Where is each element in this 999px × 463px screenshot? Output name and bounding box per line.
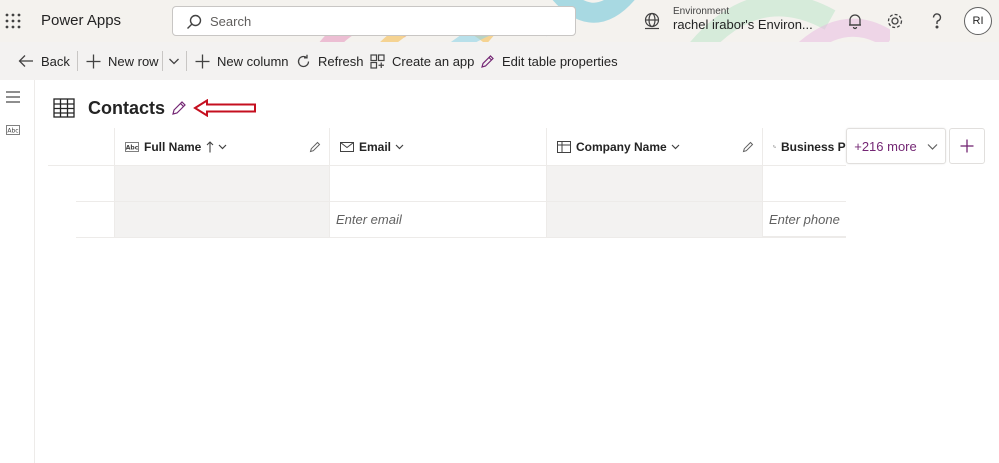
cell-full-name[interactable] (114, 201, 330, 237)
column-email: Email Enter email (330, 128, 547, 238)
column-label: Company Name (576, 139, 667, 154)
cell-full-name[interactable] (114, 165, 330, 201)
chevron-down-icon (395, 144, 404, 150)
chevron-down-icon (927, 143, 938, 150)
environment-name[interactable]: rachel irabor's Environ... (673, 17, 813, 32)
environment-globe-icon[interactable] (643, 12, 661, 30)
search-box[interactable] (172, 6, 576, 36)
cell-business-phone-input[interactable]: Enter phone (763, 201, 846, 237)
column-company-name: Company Name (547, 128, 763, 238)
create-app-button[interactable]: Create an app (370, 42, 474, 80)
lookup-icon (557, 140, 571, 153)
annotation-arrow-icon (193, 99, 256, 117)
page-title: Contacts (88, 98, 166, 118)
new-row-label: New row (108, 53, 159, 69)
chevron-down-icon (218, 144, 227, 150)
user-avatar[interactable]: RI (964, 7, 992, 35)
cell-email-input[interactable]: Enter email (330, 201, 547, 237)
refresh-icon (297, 54, 310, 67)
sort-ascending-icon (206, 140, 214, 152)
command-bar: Back New row New column Refresh Create a… (0, 42, 999, 80)
new-column-button[interactable]: New column (195, 42, 289, 80)
mail-icon (340, 141, 354, 152)
row-selector-column (48, 128, 114, 238)
environment-label: Environment (673, 6, 730, 17)
row-divider (76, 237, 846, 238)
app-title[interactable]: Power Apps (41, 12, 121, 29)
left-rail: Abc (0, 80, 35, 463)
svg-text:Abc: Abc (7, 128, 18, 135)
column-label: Business Ph (780, 139, 846, 154)
pencil-icon (481, 54, 494, 68)
column-header-business-phone[interactable]: Business Ph (763, 128, 846, 165)
column-full-name: Abc Full Name (114, 128, 330, 238)
table-icon (53, 98, 75, 118)
column-label: Full Name (144, 139, 202, 154)
add-column-button[interactable] (949, 128, 985, 164)
column-header-full-name[interactable]: Abc Full Name (114, 128, 330, 165)
edit-title-pencil-icon[interactable] (171, 100, 187, 116)
chevron-down-icon (169, 58, 179, 65)
app-grid-icon (370, 53, 385, 69)
search-input[interactable] (210, 7, 570, 35)
column-header-email[interactable]: Email (330, 128, 547, 165)
back-label: Back (41, 53, 70, 69)
edit-table-properties-label: Edit table properties (502, 53, 618, 69)
cell-company-name[interactable] (547, 165, 763, 201)
chevron-down-icon (671, 144, 680, 150)
divider (77, 51, 78, 71)
row-selector-cell[interactable] (48, 165, 114, 201)
new-row-dropdown-button[interactable] (168, 42, 187, 80)
search-icon (187, 14, 202, 29)
edit-table-properties-button[interactable]: Edit table properties (480, 42, 618, 80)
refresh-label: Refresh (318, 53, 364, 69)
hamburger-menu-icon[interactable] (6, 91, 20, 103)
plus-icon (86, 54, 101, 68)
divider (162, 51, 163, 71)
more-columns-label: +216 more (854, 138, 917, 154)
cell-business-phone[interactable] (763, 165, 846, 201)
cell-company-name[interactable] (547, 201, 763, 237)
column-label: Email (359, 139, 392, 154)
plus-icon (195, 54, 210, 68)
data-grid: Abc Full Name Email Enter email Company … (48, 128, 846, 240)
new-column-label: New column (217, 53, 289, 69)
new-row-button[interactable]: New row (86, 42, 159, 80)
column-business-phone: Business Ph Enter phone (763, 128, 846, 238)
app-header: Power Apps Environment rachel irabor's E… (0, 0, 999, 42)
help-question-icon[interactable] (927, 11, 947, 31)
refresh-button[interactable]: Refresh (296, 42, 364, 80)
divider (186, 51, 187, 71)
row-selector-cell[interactable] (76, 201, 114, 237)
pencil-icon[interactable] (742, 141, 754, 153)
text-type-icon: Abc (125, 141, 139, 152)
more-columns-button[interactable]: +216 more (846, 128, 946, 164)
create-app-label: Create an app (392, 53, 475, 69)
back-button[interactable]: Back (18, 42, 70, 80)
column-header-company-name[interactable]: Company Name (547, 128, 763, 165)
svg-text:Abc: Abc (126, 144, 139, 151)
notifications-bell-icon[interactable] (845, 11, 865, 31)
cell-email[interactable] (330, 165, 547, 201)
text-field-icon[interactable]: Abc (6, 125, 20, 135)
app-launcher-icon[interactable] (5, 13, 21, 29)
plus-icon (960, 139, 974, 153)
phone-icon (773, 145, 776, 148)
arrow-left-icon (18, 55, 33, 67)
settings-gear-icon[interactable] (885, 11, 905, 31)
pencil-icon[interactable] (309, 141, 321, 153)
